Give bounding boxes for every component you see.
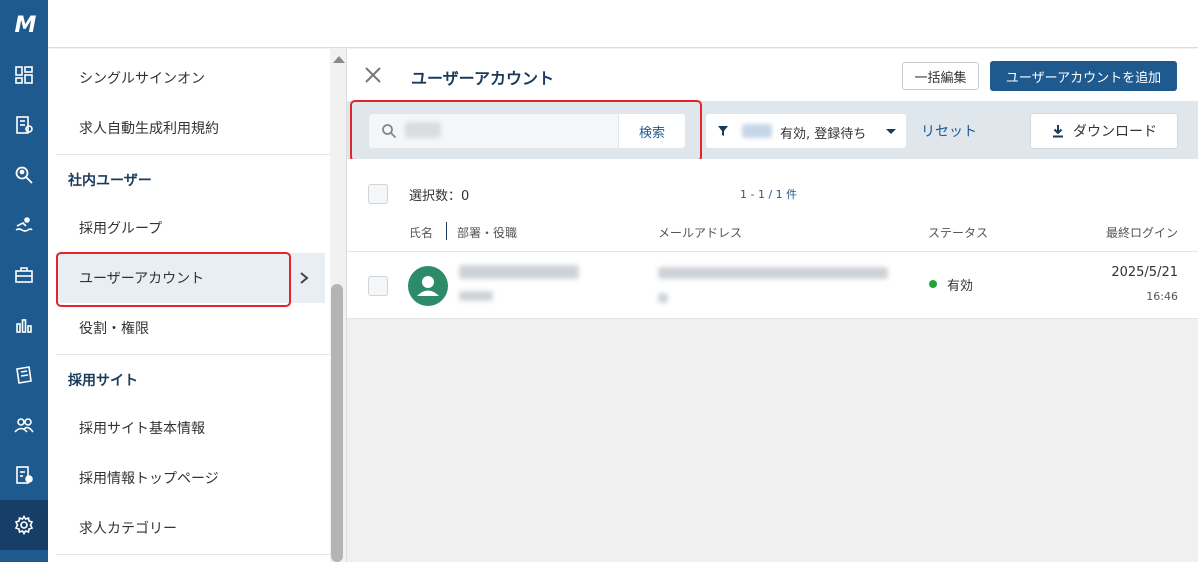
highlight-box-sidebar <box>56 252 291 307</box>
reset-link[interactable]: リセット <box>921 121 977 141</box>
status-badge: 有効 <box>947 279 974 294</box>
row-divider <box>347 251 1198 252</box>
scrollbar-thumb[interactable] <box>331 284 343 562</box>
selected-count: 選択数：0 <box>409 189 470 204</box>
user-dept-redacted <box>459 291 493 301</box>
sidebar-item-label: 求人カテゴリー <box>79 521 177 537</box>
column-header-email[interactable]: メールアドレス <box>658 224 742 241</box>
select-all-checkbox[interactable] <box>368 184 388 204</box>
bulk-edit-button[interactable]: 一括編集 <box>902 62 979 90</box>
sidebar-item-site-basic[interactable]: 採用サイト基本情報 <box>56 403 346 453</box>
document-icon[interactable] <box>0 350 48 400</box>
sidebar-item-job-category[interactable]: 求人カテゴリー <box>56 503 346 553</box>
avatar <box>408 266 448 306</box>
filter-value-redacted <box>742 124 772 138</box>
last-login-date: 2025/5/21 <box>1111 265 1178 280</box>
divider <box>56 554 346 555</box>
sidebar-item-label: 役割・権限 <box>79 321 149 337</box>
last-login-time: 16:46 <box>1146 290 1178 303</box>
sidebar-item-label: 採用サイト基本情報 <box>79 421 205 437</box>
panel-header: ユーザーアカウント 一括編集 ユーザーアカウントを追加 <box>347 49 1198 101</box>
sidebar-item-label: シングルサインオン <box>79 71 205 87</box>
column-header-status[interactable]: ステータス <box>928 224 988 241</box>
filter-text: 有効, 登録待ち <box>780 127 867 142</box>
row-checkbox[interactable] <box>368 276 388 296</box>
sidebar-item-label: 求人自動生成利用規約 <box>79 121 219 137</box>
swim-icon[interactable] <box>0 200 48 250</box>
column-header-name[interactable]: 氏名 <box>409 224 433 241</box>
download-button[interactable]: ダウンロード <box>1030 113 1178 149</box>
sidebar-item-site-top[interactable]: 採用情報トップページ <box>56 453 346 503</box>
section-heading-internal-users: 社内ユーザー <box>68 173 152 189</box>
app-nav-rail: M <box>0 0 48 562</box>
user-icon <box>417 276 439 296</box>
status-dot <box>929 280 937 288</box>
user-email-redacted <box>658 267 888 279</box>
column-separator <box>446 222 447 240</box>
column-header-last-login[interactable]: 最終ログイン <box>1106 224 1178 241</box>
sidebar-item-label: 採用グループ <box>79 221 163 237</box>
briefcase-icon[interactable] <box>0 250 48 300</box>
user-name-redacted <box>459 265 579 279</box>
chevron-right-icon <box>300 272 309 284</box>
user-account-panel: ユーザーアカウント 一括編集 ユーザーアカウントを追加 検索 有効, 登録待ち … <box>347 49 1198 562</box>
dashboard-icon[interactable] <box>0 50 48 100</box>
divider <box>56 354 346 355</box>
caret-down-icon <box>886 129 896 134</box>
pagination-info: 1 - 1 / 1 件 <box>740 188 798 201</box>
highlight-box-search <box>350 100 702 162</box>
settings-sidebar: シングルサインオン 求人自動生成利用規約 社内ユーザー 採用グループ ユーザーア… <box>48 49 347 562</box>
sidebar-item-sso[interactable]: シングルサインオン <box>56 53 346 103</box>
edit-doc-icon[interactable] <box>0 450 48 500</box>
filter-icon <box>718 126 728 136</box>
status-filter-dropdown[interactable]: 有効, 登録待ち <box>706 114 906 148</box>
app-logo[interactable]: M <box>0 0 48 50</box>
sidebar-item-recruit-groups[interactable]: 採用グループ <box>56 203 346 253</box>
scroll-up-arrow-icon[interactable] <box>333 56 345 63</box>
page-title: ユーザーアカウント <box>411 69 555 88</box>
sidebar-item-job-terms[interactable]: 求人自動生成利用規約 <box>56 103 346 153</box>
sidebar-item-roles[interactable]: 役割・権限 <box>56 303 346 353</box>
download-label: ダウンロード <box>1073 124 1157 140</box>
report-icon[interactable] <box>0 100 48 150</box>
sidebar-item-label: 採用情報トップページ <box>79 471 219 487</box>
bar-chart-icon[interactable] <box>0 300 48 350</box>
close-icon[interactable] <box>364 66 382 84</box>
top-bar <box>48 0 1198 48</box>
settings-icon[interactable] <box>0 500 48 550</box>
divider <box>56 154 346 155</box>
add-user-account-button[interactable]: ユーザーアカウントを追加 <box>990 61 1177 91</box>
download-icon <box>1053 125 1063 138</box>
section-heading-recruit-site: 採用サイト <box>68 373 138 389</box>
user-email-redacted-2 <box>658 293 668 303</box>
users-icon[interactable] <box>0 400 48 450</box>
search-people-icon[interactable] <box>0 150 48 200</box>
column-header-dept[interactable]: 部署・役職 <box>457 224 517 241</box>
